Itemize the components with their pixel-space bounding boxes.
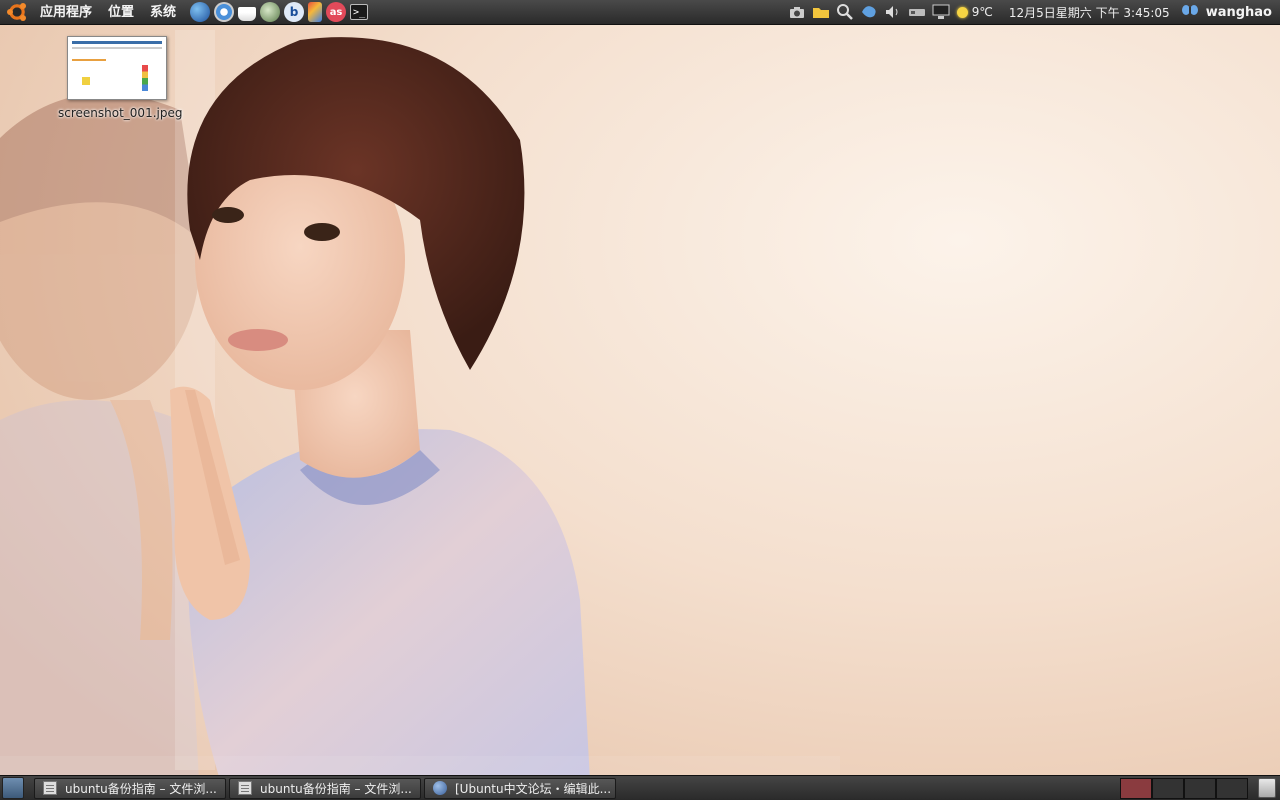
- workspace-1[interactable]: [1120, 777, 1152, 799]
- trash-icon[interactable]: [1258, 778, 1276, 798]
- butterfly-icon: [1180, 3, 1200, 21]
- show-desktop-button[interactable]: [2, 777, 24, 799]
- taskbar-item-label: ubuntu备份指南 – 文件浏...: [65, 781, 217, 796]
- image-thumbnail: [67, 36, 167, 100]
- taskbar-item[interactable]: ubuntu备份指南 – 文件浏...: [34, 777, 226, 799]
- network-icon[interactable]: [260, 2, 281, 22]
- workspace-3[interactable]: [1184, 777, 1216, 799]
- taskbar-item[interactable]: [Ubuntu中文论坛・编辑此...: [424, 777, 616, 799]
- network-status-icon[interactable]: [907, 3, 927, 21]
- coffee-icon[interactable]: [238, 7, 257, 21]
- volume-icon[interactable]: [883, 3, 903, 21]
- browser-icon: [433, 781, 447, 795]
- desktop-screen: 应用程序 位置 系统 b as >_ 9℃ 12月5日星期六 下午 3:45:0…: [0, 0, 1280, 800]
- clock[interactable]: 12月5日星期六 下午 3:45:05: [1009, 4, 1170, 21]
- weather-temperature: 9℃: [971, 5, 993, 19]
- user-menu[interactable]: wanghao: [1180, 3, 1272, 21]
- globe-icon[interactable]: [190, 2, 211, 22]
- workspace-2[interactable]: [1152, 777, 1184, 799]
- document-icon: [43, 781, 57, 795]
- system-tray: 9℃ 12月5日星期六 下午 3:45:05 wanghao: [785, 0, 1280, 25]
- taskbar-item-label: ubuntu备份指南 – 文件浏...: [260, 781, 412, 796]
- folder-icon[interactable]: [811, 3, 831, 21]
- desktop-file-icon[interactable]: screenshot_001.jpeg: [58, 36, 183, 120]
- camera-icon[interactable]: [787, 3, 807, 21]
- workspace-4[interactable]: [1216, 777, 1248, 799]
- workspace-switcher: [1120, 777, 1248, 799]
- ubuntu-logo-icon[interactable]: [7, 3, 26, 21]
- menu-applications[interactable]: 应用程序: [32, 0, 100, 25]
- sun-icon: [956, 6, 968, 18]
- audio-icon[interactable]: [308, 2, 323, 22]
- pidgin-icon[interactable]: [859, 3, 879, 21]
- menu-places[interactable]: 位置: [100, 0, 142, 25]
- bluetooth-icon[interactable]: b: [284, 2, 305, 22]
- bottom-panel: ubuntu备份指南 – 文件浏... ubuntu备份指南 – 文件浏... …: [0, 775, 1280, 800]
- document-icon: [238, 781, 252, 795]
- taskbar-item[interactable]: ubuntu备份指南 – 文件浏...: [229, 777, 421, 799]
- background-window-ghost: [0, 756, 840, 776]
- chromium-icon[interactable]: [214, 2, 235, 22]
- desktop-icon-label: screenshot_001.jpeg: [58, 106, 183, 120]
- search-icon[interactable]: [835, 3, 855, 21]
- weather-indicator[interactable]: 9℃: [956, 5, 993, 19]
- username: wanghao: [1205, 4, 1272, 20]
- terminal-icon[interactable]: >_: [350, 4, 369, 20]
- taskbar-item-label: [Ubuntu中文论坛・编辑此...: [455, 781, 612, 796]
- menu-system[interactable]: 系统: [142, 0, 184, 25]
- monitor-icon[interactable]: [931, 3, 951, 21]
- launcher-group: b as >_: [188, 2, 370, 22]
- lastfm-icon[interactable]: as: [326, 2, 347, 22]
- wallpaper: [0, 0, 1280, 800]
- top-panel: 应用程序 位置 系统 b as >_ 9℃ 12月5日星期六 下午 3:45:0…: [0, 0, 1280, 25]
